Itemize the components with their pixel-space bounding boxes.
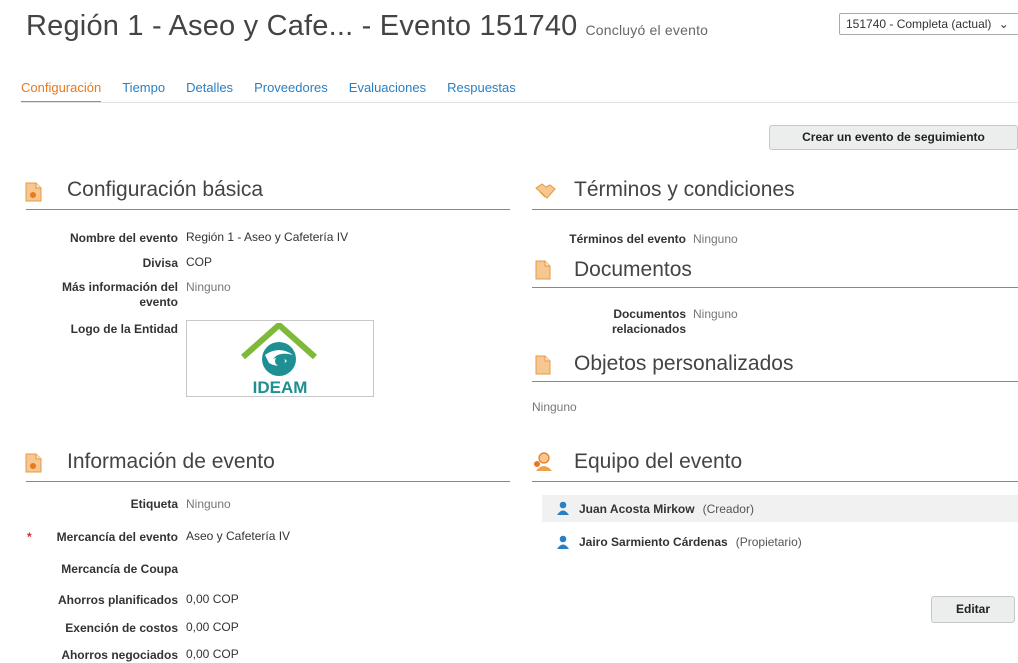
- member-name: Jairo Sarmiento Cárdenas: [579, 535, 728, 549]
- tab-configuracion[interactable]: Configuración: [21, 80, 102, 103]
- tab-divider: [21, 102, 1018, 103]
- entity-logo-label: Logo de la Entidad: [70, 322, 178, 336]
- commodity-label: Mercancía del evento: [56, 530, 178, 544]
- team-title: Equipo del evento: [574, 450, 743, 473]
- document-icon: [25, 182, 42, 202]
- event-title: Región 1 - Aseo y Cafe... - Evento 15174…: [26, 10, 578, 42]
- tag-label: Etiqueta: [130, 497, 178, 511]
- planned-savings-label: Ahorros planificados: [57, 593, 178, 607]
- event-status: Concluyó el evento: [585, 22, 709, 38]
- basic-config-title: Configuración básica: [67, 178, 264, 201]
- commodity-value: Aseo y Cafetería IV: [186, 529, 291, 543]
- related-documents-value: Ninguno: [693, 307, 738, 321]
- member-name: Juan Acosta Mirkow: [579, 502, 695, 516]
- currency-value: COP: [186, 255, 213, 269]
- more-info-label: Más información del evento: [61, 280, 178, 309]
- entity-logo: IDEAM: [186, 320, 374, 397]
- documents-divider: [532, 287, 1018, 288]
- team-divider: [532, 481, 1018, 482]
- documents-title: Documentos: [574, 258, 692, 281]
- tab-respuestas[interactable]: Respuestas: [447, 80, 516, 101]
- edit-button[interactable]: Editar: [931, 596, 1015, 623]
- terms-title: Términos y condiciones: [574, 178, 795, 201]
- document-icon: [25, 453, 42, 473]
- ideam-logo-icon: [241, 323, 317, 376]
- more-info-value: Ninguno: [186, 280, 231, 294]
- cost-exemption-label: Exención de costos: [65, 621, 178, 635]
- version-select[interactable]: 151740 - Completa (actual) ⌄: [839, 13, 1018, 35]
- tab-detalles[interactable]: Detalles: [186, 80, 233, 101]
- team-member-creator: Juan Acosta Mirkow (Creador): [579, 502, 754, 516]
- document-icon: [535, 355, 551, 375]
- tab-tiempo[interactable]: Tiempo: [122, 80, 165, 101]
- ideam-logo-text: IDEAM: [252, 378, 308, 397]
- person-icon: [557, 535, 569, 549]
- related-documents-label: Documentos relacionados: [611, 307, 686, 336]
- page-title: Región 1 - Aseo y Cafe... - Evento 15174…: [26, 10, 708, 43]
- team-member-owner: Jairo Sarmiento Cárdenas (Propietario): [579, 535, 802, 549]
- currency-label: Divisa: [142, 256, 178, 270]
- team-icon: [534, 452, 552, 471]
- member-role: (Creador): [702, 502, 754, 516]
- event-name-label: Nombre del evento: [69, 231, 178, 245]
- custom-objects-title: Objetos personalizados: [574, 352, 794, 375]
- cost-exemption-value: 0,00 COP: [186, 620, 239, 634]
- coupa-commodity-label: Mercancía de Coupa: [61, 562, 178, 576]
- event-terms-value: Ninguno: [693, 232, 738, 246]
- event-terms-label: Términos del evento: [569, 232, 686, 246]
- tag-value: Ninguno: [186, 497, 231, 511]
- planned-savings-value: 0,00 COP: [186, 592, 239, 606]
- negotiated-savings-label: Ahorros negociados: [61, 648, 178, 662]
- document-icon: [535, 260, 551, 280]
- tab-bar: Configuración Tiempo Detalles Proveedores Ev…: [21, 80, 537, 103]
- event-info-divider: [26, 481, 510, 482]
- create-follow-up-button[interactable]: Crear un evento de seguimiento: [769, 125, 1018, 150]
- tab-evaluaciones[interactable]: Evaluaciones: [349, 80, 426, 101]
- basic-config-divider: [26, 209, 510, 210]
- custom-objects-divider: [532, 381, 1018, 382]
- event-info-title: Información de evento: [67, 450, 275, 473]
- terms-divider: [532, 209, 1018, 210]
- version-select-value: 151740 - Completa (actual): [846, 17, 992, 31]
- handshake-icon: [535, 183, 556, 199]
- chevron-down-icon: ⌄: [998, 17, 1009, 31]
- event-name-value: Región 1 - Aseo y Cafetería IV: [186, 230, 349, 244]
- tab-proveedores[interactable]: Proveedores: [254, 80, 328, 101]
- member-role: (Propietario): [735, 535, 802, 549]
- custom-objects-value: Ninguno: [532, 400, 577, 414]
- person-icon: [557, 501, 569, 515]
